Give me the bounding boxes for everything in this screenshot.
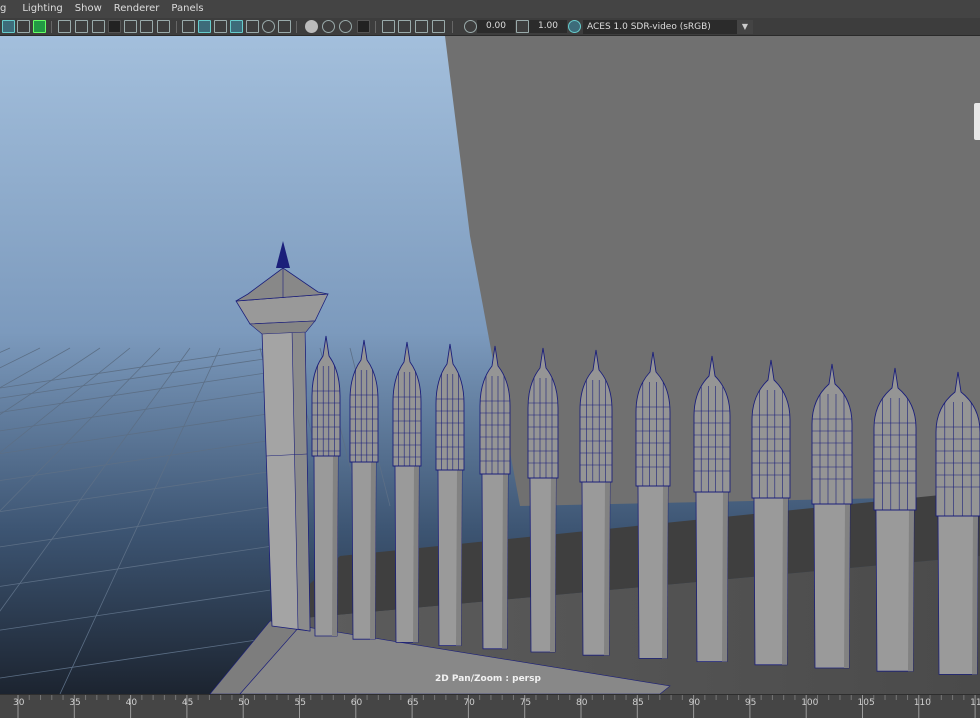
timeline-tick-label: 105: [857, 698, 875, 708]
timeline-tick-label: 85: [632, 698, 644, 708]
gamma-icon[interactable]: [516, 20, 529, 33]
timeline-tick-label: 90: [688, 698, 701, 708]
resolution-gate-icon[interactable]: [92, 20, 105, 33]
timeline-tick-label: 75: [519, 698, 532, 708]
timeline-tick-label: 55: [294, 698, 306, 708]
menu-show[interactable]: Show: [69, 0, 108, 18]
fence-picket: [349, 339, 379, 640]
shadows-icon[interactable]: [278, 20, 291, 33]
timeline-tick-label: 35: [69, 698, 81, 708]
xray-icon[interactable]: [398, 20, 411, 33]
toolbar-separator: [452, 21, 453, 33]
gate-mask-icon[interactable]: [108, 20, 121, 33]
toolbar-separator: [51, 21, 52, 33]
textured-icon[interactable]: [246, 20, 259, 33]
timeline-tick-label: 50: [238, 698, 250, 708]
time-ruler: [17, 695, 976, 718]
fence-picket: [935, 371, 980, 675]
menu-panels[interactable]: Panels: [165, 0, 209, 18]
menu-renderer[interactable]: Renderer: [108, 0, 166, 18]
fence-picket: [635, 351, 671, 659]
toolbar-separator: [375, 21, 376, 33]
wireframe-on-shaded-icon[interactable]: [230, 20, 243, 33]
viewport-menubar: g Lighting Show Renderer Panels: [0, 0, 980, 18]
viewport-toolbar: 0.00 1.00 ACES 1.0 SDR-video (sRGB) ▼: [0, 18, 980, 36]
fence-picket: [811, 363, 853, 669]
view-transform-icon[interactable]: [568, 20, 581, 33]
timeline-tick-label: 80: [576, 698, 588, 708]
grid-icon[interactable]: [58, 20, 71, 33]
fence-picket: [751, 359, 791, 666]
menu-shading[interactable]: g: [0, 0, 16, 18]
xray-joints-icon[interactable]: [432, 20, 445, 33]
fence-picket: [579, 349, 613, 656]
lighting-bulb-icon[interactable]: [262, 20, 275, 33]
timeline-tick-label: 65: [407, 698, 419, 708]
exposure-icon[interactable]: [464, 20, 477, 33]
safe-action-icon[interactable]: [140, 20, 153, 33]
side-panel-tab[interactable]: [974, 103, 980, 140]
toolbar-separator: [296, 21, 297, 33]
gamma-field[interactable]: 1.00: [529, 20, 567, 33]
timeline-tick-label: 110: [913, 698, 931, 708]
fence-picket: [693, 355, 731, 662]
fence-picket: [392, 341, 422, 643]
color-space-dropdown[interactable]: ACES 1.0 SDR-video (sRGB) ▼: [583, 20, 753, 34]
default-material-icon[interactable]: [214, 20, 227, 33]
persp-viewport[interactable]: [0, 36, 980, 694]
xray-active-components-icon[interactable]: [415, 20, 428, 33]
isolate-select-icon[interactable]: [382, 20, 395, 33]
pencil-icon[interactable]: [33, 20, 46, 33]
timeline-tick-label: 100: [801, 698, 819, 708]
camera-attributes-icon[interactable]: [2, 20, 15, 33]
smooth-shade-icon[interactable]: [198, 20, 211, 33]
color-space-value: ACES 1.0 SDR-video (sRGB): [587, 22, 711, 32]
fence-picket: [435, 343, 465, 646]
viewport-scene: [0, 36, 980, 694]
anti-aliasing-icon[interactable]: [339, 20, 352, 33]
timeline-tick-label: 11: [970, 698, 980, 708]
wireframe-icon[interactable]: [182, 20, 195, 33]
motion-blur-icon[interactable]: [322, 20, 335, 33]
depth-of-field-icon[interactable]: [357, 20, 370, 33]
timeline-tick-label: 70: [463, 698, 475, 708]
fence-picket: [311, 335, 341, 637]
field-chart-icon[interactable]: [124, 20, 137, 33]
fence-picket: [479, 345, 511, 650]
timeline-tick-label: 95: [744, 698, 757, 708]
time-slider[interactable]: 30 35 40 45 50 55 60 65 70 75 80 85 90 95 100 105 110 11: [0, 694, 980, 718]
timeline-tick-label: 60: [350, 698, 363, 708]
chevron-down-icon[interactable]: ▼: [737, 20, 753, 34]
film-gate-icon[interactable]: [75, 20, 88, 33]
timeline-tick-label: 30: [13, 698, 25, 708]
hud-pan-zoom-label: 2D Pan/Zoom : persp: [435, 674, 541, 684]
toolbar-separator: [176, 21, 177, 33]
safe-title-icon[interactable]: [157, 20, 170, 33]
screen-space-ao-icon[interactable]: [305, 20, 318, 33]
exposure-field[interactable]: 0.00: [477, 20, 515, 33]
fence-picket: [527, 347, 559, 653]
timeline-tick-label: 45: [181, 698, 194, 708]
select-camera-icon[interactable]: [17, 20, 30, 33]
timeline-tick-label: 40: [125, 698, 138, 708]
menu-lighting[interactable]: Lighting: [16, 0, 68, 18]
fence-picket: [873, 367, 917, 672]
